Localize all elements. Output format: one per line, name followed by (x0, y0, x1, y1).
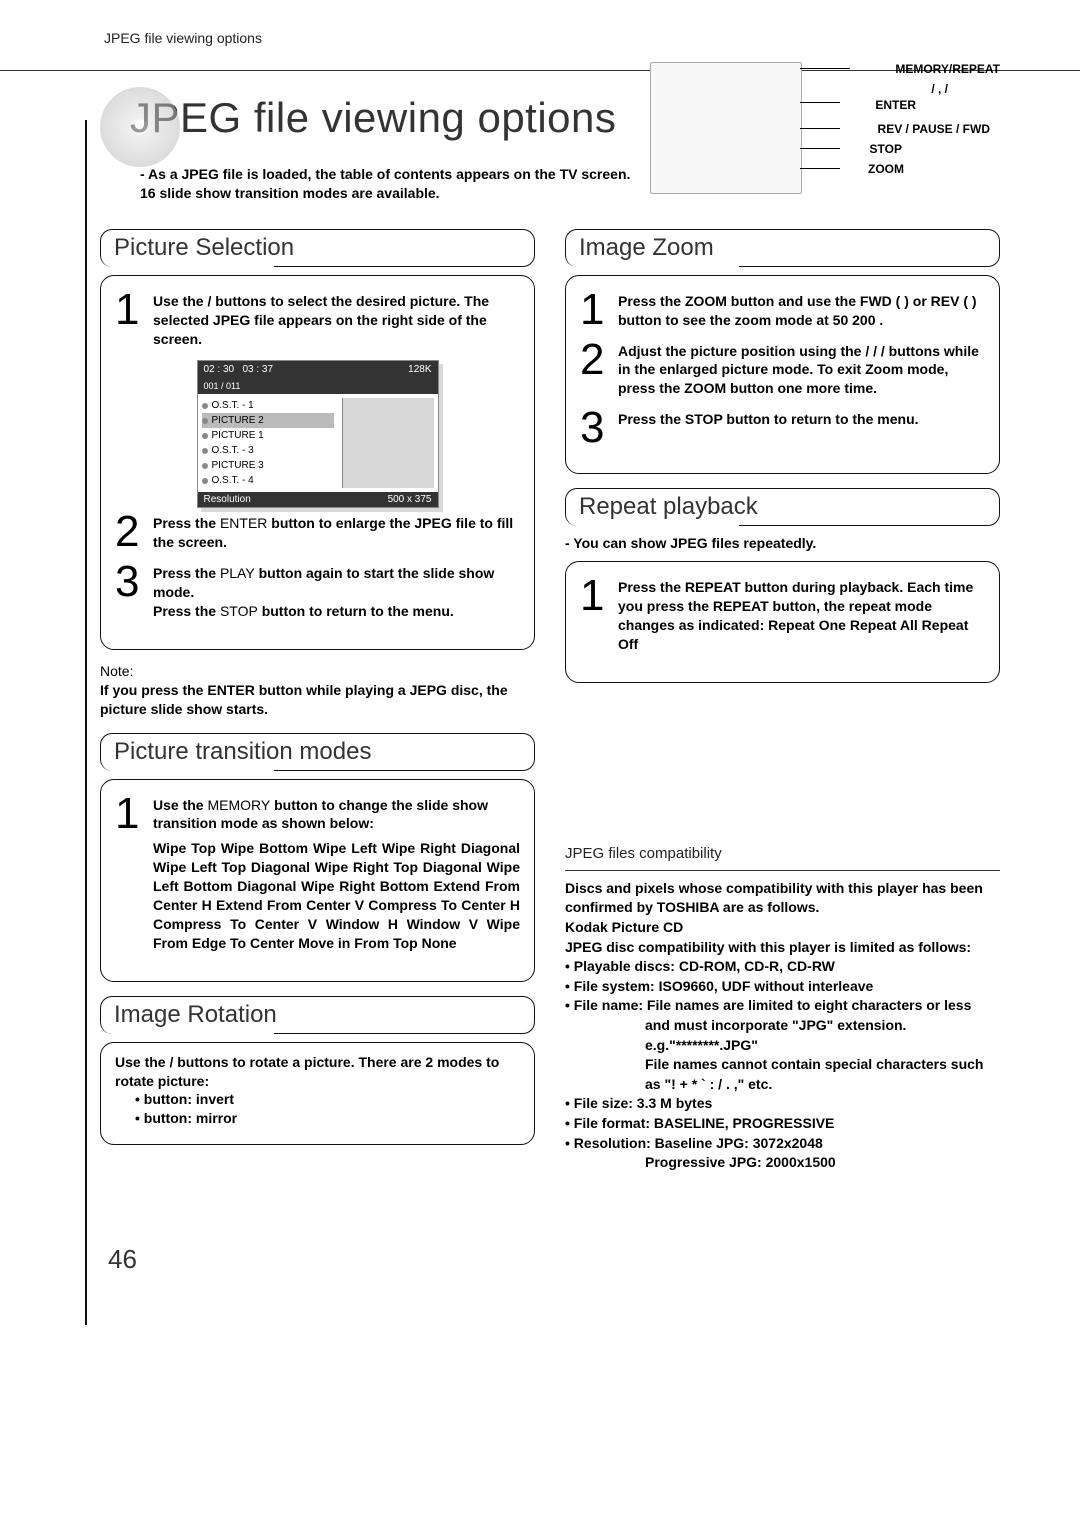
label-zoom: ZOOM (868, 162, 904, 176)
step-number: 1 (115, 796, 143, 831)
box-zoom: 1Press the ZOOM button and use the FWD (… (565, 275, 1000, 475)
note-head: Note: (100, 662, 535, 681)
box-transition: 1 Use the MEMORY button to change the sl… (100, 779, 535, 982)
toc-screenshot: 02 : 30 03 : 37 128K 001 / 011 O.S.T. - … (197, 360, 439, 508)
disc-icon (100, 87, 180, 167)
running-head: JPEG file viewing options (100, 30, 1000, 46)
note-body: If you press the ENTER button while play… (100, 681, 535, 719)
step-text: Press the REPEAT button during playback.… (618, 578, 985, 654)
section-transition: Picture transition modes (100, 733, 535, 771)
label-memory: MEMORY/REPEAT (895, 62, 1000, 76)
label-stop: STOP (870, 142, 902, 156)
label-enter: ENTER (875, 98, 916, 112)
page-number: 46 (108, 1244, 137, 1275)
box-repeat: 1Press the REPEAT button during playback… (565, 561, 1000, 683)
remote-outline (650, 62, 802, 194)
step-text: Press the ZOOM button and use the FWD ( … (618, 292, 985, 330)
step-text: Use the MEMORY button to change the slid… (153, 796, 520, 953)
box-picture-selection: 1 Use the / buttons to select the desire… (100, 275, 535, 650)
compat-heading: JPEG files compatibility (565, 845, 1000, 864)
step-text: Adjust the picture position using the / … (618, 342, 985, 399)
step-number: 3 (115, 564, 143, 599)
step-text: Press the PLAY button again to start the… (153, 564, 520, 621)
section-rotation: Image Rotation (100, 996, 535, 1034)
label-rev: REV / PAUSE / FWD (878, 122, 990, 136)
step-text: Use the / buttons to select the desired … (153, 292, 520, 349)
section-zoom: Image Zoom (565, 229, 1000, 267)
step-number: 2 (115, 514, 143, 549)
box-rotation: Use the / buttons to rotate a picture. T… (100, 1042, 535, 1146)
section-picture-selection: Picture Selection (100, 229, 535, 267)
repeat-lead: - You can show JPEG files repeatedly. (565, 534, 1000, 553)
step-text: Press the STOP button to return to the m… (618, 410, 919, 429)
hero-subtitle: - As a JPEG file is loaded, the table of… (100, 165, 640, 203)
step-number: 1 (115, 292, 143, 327)
section-repeat: Repeat playback (565, 488, 1000, 526)
step-text: Press the ENTER button to enlarge the JP… (153, 514, 520, 552)
remote-diagram: MEMORY/REPEAT / , / ENTER REV / PAUSE / … (650, 62, 1000, 202)
compat-body: Discs and pixels whose compatibility wit… (565, 879, 1000, 1173)
label-nav: / , / (931, 82, 948, 96)
